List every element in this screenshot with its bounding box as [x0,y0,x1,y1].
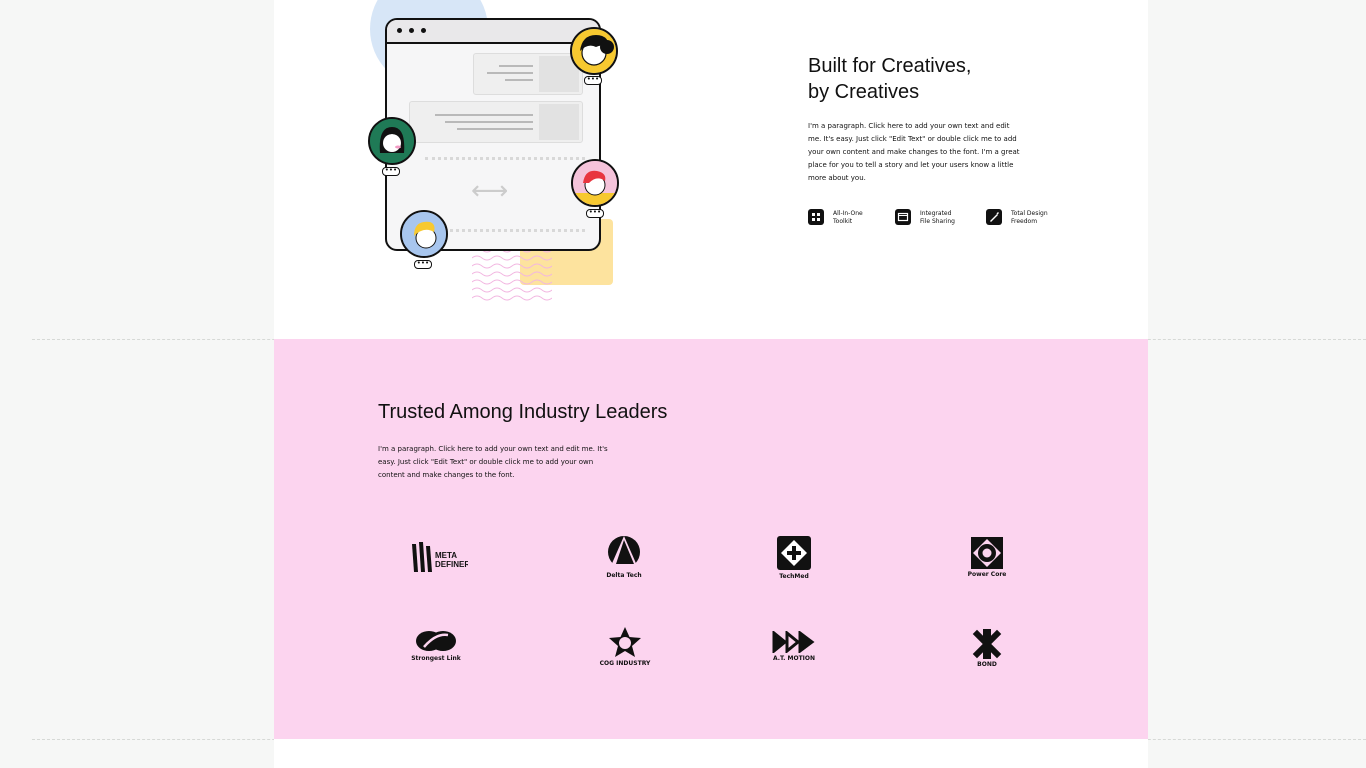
logo-power-core: Power Core [937,537,1037,597]
techmed-logo-icon [777,536,811,570]
feature-item-label: Integrated File Sharing [920,210,955,225]
feature-item-design-freedom: Total Design Freedom [986,207,1076,227]
feature-illustration: ⟷ ••• ••• ••• ••• [364,0,624,310]
window-dot-icon [409,28,414,33]
text-line [445,121,533,123]
grid-icon [808,209,824,225]
avatar-blonde-hair-icon [402,212,446,256]
feature-heading-line2: by Creatives [808,81,920,103]
feature-item-toolkit: All-In-One Toolkit [808,207,888,227]
chat-bubble-icon: ••• [586,209,604,218]
dotted-divider [425,157,585,160]
text-line [435,114,533,116]
logo-strongest-link: Strongest Link [386,629,486,689]
avatar-red-hair-icon [573,161,617,205]
text-line [499,65,533,67]
svg-text:META: META [435,551,457,560]
meta-definer-logo-icon: META DEFINER [412,542,468,572]
strongest-link-logo-icon [416,631,456,651]
avatar-bob-hair-icon [370,119,414,163]
avatar [570,27,618,75]
chat-bubble-icon: ••• [414,260,432,269]
feature-heading: Built for Creatives, by Creatives [808,53,1028,105]
wave-pattern [472,247,552,301]
bond-logo-icon [972,629,1002,659]
content-card-thumb [539,104,579,140]
logo-cog-industry: COG INDUSTRY [575,626,675,686]
feature-section: ⟷ ••• ••• ••• ••• Built for Creatives, b… [274,0,1148,339]
logo-at-motion: A.T. MOTION [744,631,844,691]
trusted-paragraph: I'm a paragraph. Click here to add your … [378,445,608,479]
svg-text:DEFINER: DEFINER [435,560,468,569]
browser-title-bar [387,20,599,44]
feature-heading-line1: Built for Creatives, [808,55,972,77]
feature-item-label: Total Design Freedom [1011,210,1048,225]
text-line [505,79,533,81]
chat-bubble-icon: ••• [382,167,400,176]
resize-arrow-icon: ⟷ [471,176,509,206]
avatar [400,210,448,258]
feature-paragraph: I'm a paragraph. Click here to add your … [808,122,1020,182]
avatar [571,159,619,207]
logo-techmed: TechMed [744,535,844,595]
text-line [487,72,533,74]
logo-caption: TechMed [779,573,809,580]
trusted-section: Trusted Among Industry Leaders I'm a par… [274,339,1148,739]
power-core-logo-icon [971,537,1003,569]
at-motion-logo-icon [772,631,815,653]
trusted-heading: Trusted Among Industry Leaders [378,401,668,423]
window-dot-icon [397,28,402,33]
logo-meta-definer: META DEFINER [388,536,488,596]
logo-caption: A.T. MOTION [772,655,816,662]
delta-tech-logo-icon [608,536,640,568]
text-line [457,128,533,130]
feature-item-label: All-In-One Toolkit [833,210,863,225]
avatar-dark-hair-icon [572,29,616,73]
logo-caption: BOND [977,661,997,668]
folder-icon [895,209,911,225]
logo-caption: Power Core [967,571,1007,578]
logo-caption: COG INDUSTRY [599,660,651,667]
dotted-divider [445,229,585,232]
cog-industry-logo-icon [609,627,641,657]
pen-icon [986,209,1002,225]
logo-bond: BOND [937,629,1037,689]
page-strip: ⟷ ••• ••• ••• ••• Built for Creatives, b… [274,0,1148,768]
window-dot-icon [421,28,426,33]
avatar [368,117,416,165]
logo-caption: Delta Tech [606,572,642,579]
chat-bubble-icon: ••• [584,76,602,85]
logo-delta-tech: Delta Tech [574,534,674,594]
logo-caption: Strongest Link [411,655,461,662]
feature-item-file-sharing: Integrated File Sharing [895,207,975,227]
